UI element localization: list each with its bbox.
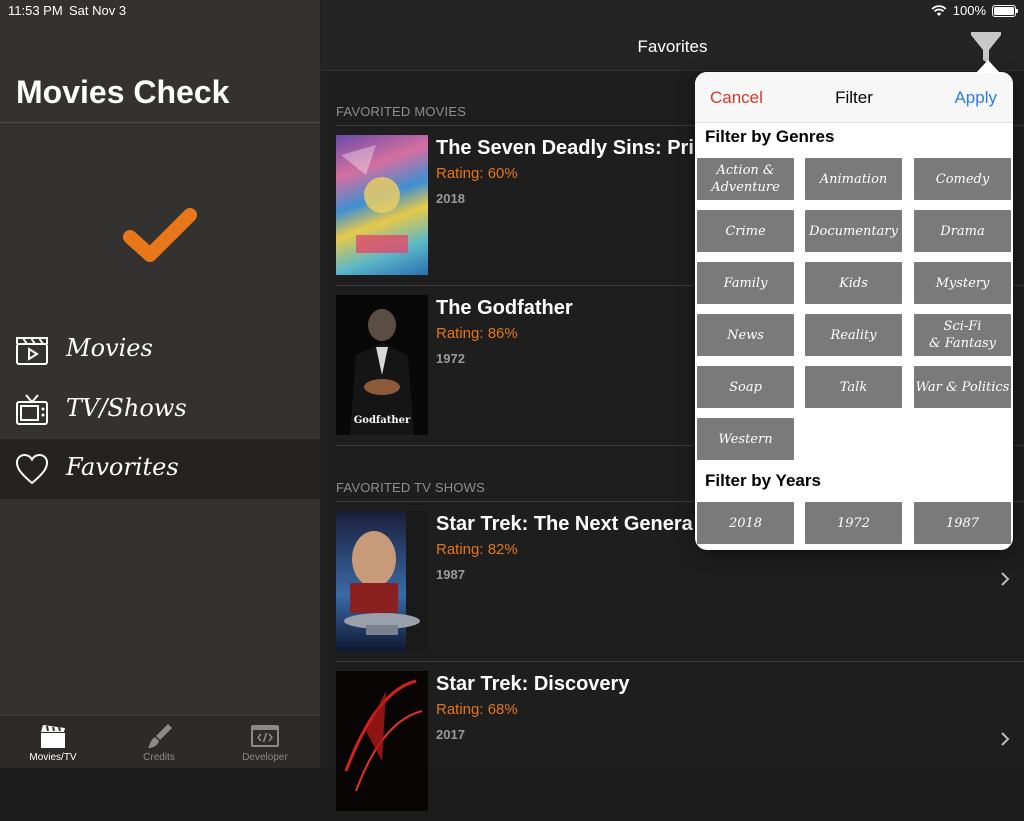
code-window-icon [251, 725, 279, 747]
item-rating: Rating: 86% [436, 325, 518, 342]
year-chip-1972[interactable]: 1972 [805, 502, 902, 544]
item-title: Star Trek: Discovery [436, 673, 630, 695]
year-chip-1987[interactable]: 1987 [914, 502, 1011, 544]
sidebar-item-label: TV/Shows [66, 394, 187, 422]
popover-header: Cancel Filter Apply [695, 72, 1013, 123]
genre-chip-talk[interactable]: Talk [805, 366, 902, 408]
years-header: Filter by Years [705, 471, 821, 490]
item-year: 1972 [436, 351, 465, 366]
battery-icon [992, 4, 1018, 17]
genre-chip-animation[interactable]: Animation [805, 158, 902, 200]
poster-art [344, 511, 428, 651]
tab-bar: Movies/TV Credits Developer [0, 715, 320, 768]
genre-chip-comedy[interactable]: Comedy [914, 158, 1011, 200]
genre-chip-news[interactable]: News [697, 314, 794, 356]
genre-chip-mystery[interactable]: Mystery [914, 262, 1011, 304]
heart-icon [15, 453, 49, 485]
sidebar-item-label: Favorites [66, 453, 179, 481]
chevron-right-icon [1001, 732, 1010, 746]
item-year: 2017 [436, 727, 465, 742]
chip-label: Sci-Fi & Fantasy [929, 319, 996, 351]
item-title: Star Trek: The Next Genera [436, 513, 693, 535]
genre-chip-drama[interactable]: Drama [914, 210, 1011, 252]
battery-percent: 100% [952, 3, 986, 18]
section-header-movies: FAVORITED MOVIES [336, 104, 467, 119]
brush-icon [148, 724, 172, 748]
popover-arrow [976, 60, 1000, 73]
sidebar-divider [0, 122, 320, 123]
filter-popover: Cancel Filter Apply Filter by Genres Act… [695, 72, 1013, 550]
genre-chip-soap[interactable]: Soap [697, 366, 794, 408]
sidebar-item-label: Movies [66, 334, 153, 362]
sidebar: Movies Check Movies TV/Shows Favorites M… [0, 0, 321, 768]
sidebar-item-tvshows[interactable]: TV/Shows [0, 380, 320, 440]
svg-text:Godfather: Godfather [354, 415, 411, 426]
tab-developer[interactable]: Developer [212, 716, 318, 768]
tab-label: Credits [143, 752, 175, 763]
item-rating: Rating: 68% [436, 701, 518, 718]
tab-movies-tv[interactable]: Movies/TV [0, 716, 106, 768]
status-time: 11:53 PM [8, 3, 63, 18]
section-header-tvshows: FAVORITED TV SHOWS [336, 480, 486, 495]
tab-credits[interactable]: Credits [106, 716, 212, 768]
status-right: 100% [931, 3, 1018, 18]
item-year: 2018 [436, 191, 465, 206]
clapperboard-icon [16, 337, 48, 365]
television-icon [16, 394, 48, 425]
chip-label: Action & Adventure [711, 163, 780, 195]
clapperboard-icon [41, 725, 65, 748]
item-title: The Godfather [436, 297, 573, 319]
item-title: The Seven Deadly Sins: Pri [436, 137, 694, 159]
status-bar: 11:53 PM Sat Nov 3 100% [0, 0, 1024, 22]
wifi-icon [931, 4, 947, 16]
status-date: Sat Nov 3 [69, 3, 127, 18]
app-title: Movies Check [16, 74, 230, 110]
poster-image [336, 135, 428, 275]
poster-image [336, 511, 428, 651]
genre-chip-action-adventure[interactable]: Action & Adventure [697, 158, 794, 200]
genre-chip-war-politics[interactable]: War & Politics [914, 366, 1011, 408]
apply-button[interactable]: Apply [954, 88, 997, 108]
item-rating: Rating: 82% [436, 541, 518, 558]
tab-label: Movies/TV [29, 752, 77, 763]
genre-chip-crime[interactable]: Crime [697, 210, 794, 252]
genre-chip-documentary[interactable]: Documentary [805, 210, 902, 252]
sidebar-item-movies[interactable]: Movies [0, 320, 320, 380]
poster-image: Godfather [336, 295, 428, 435]
chevron-right-icon [1001, 572, 1010, 586]
tab-label: Developer [242, 752, 288, 763]
page-title: Favorites [637, 37, 708, 56]
genre-chip-reality[interactable]: Reality [805, 314, 902, 356]
year-chip-2018[interactable]: 2018 [697, 502, 794, 544]
checkmark-logo-icon [123, 208, 197, 262]
poster-art [344, 679, 423, 792]
poster-art: Godfather [350, 309, 414, 435]
list-item[interactable]: Star Trek: Discovery Rating: 68% 2017 [321, 661, 1024, 821]
sidebar-item-favorites[interactable]: Favorites [0, 439, 320, 499]
genre-chip-scifi-fantasy[interactable]: Sci-Fi & Fantasy [914, 314, 1011, 356]
poster-image [336, 671, 428, 811]
genre-chip-kids[interactable]: Kids [805, 262, 902, 304]
poster-art [341, 145, 408, 253]
genres-header: Filter by Genres [705, 127, 835, 146]
genre-chip-western[interactable]: Western [697, 418, 794, 460]
genre-chip-family[interactable]: Family [697, 262, 794, 304]
item-rating: Rating: 60% [436, 165, 518, 182]
item-year: 1987 [436, 567, 465, 582]
